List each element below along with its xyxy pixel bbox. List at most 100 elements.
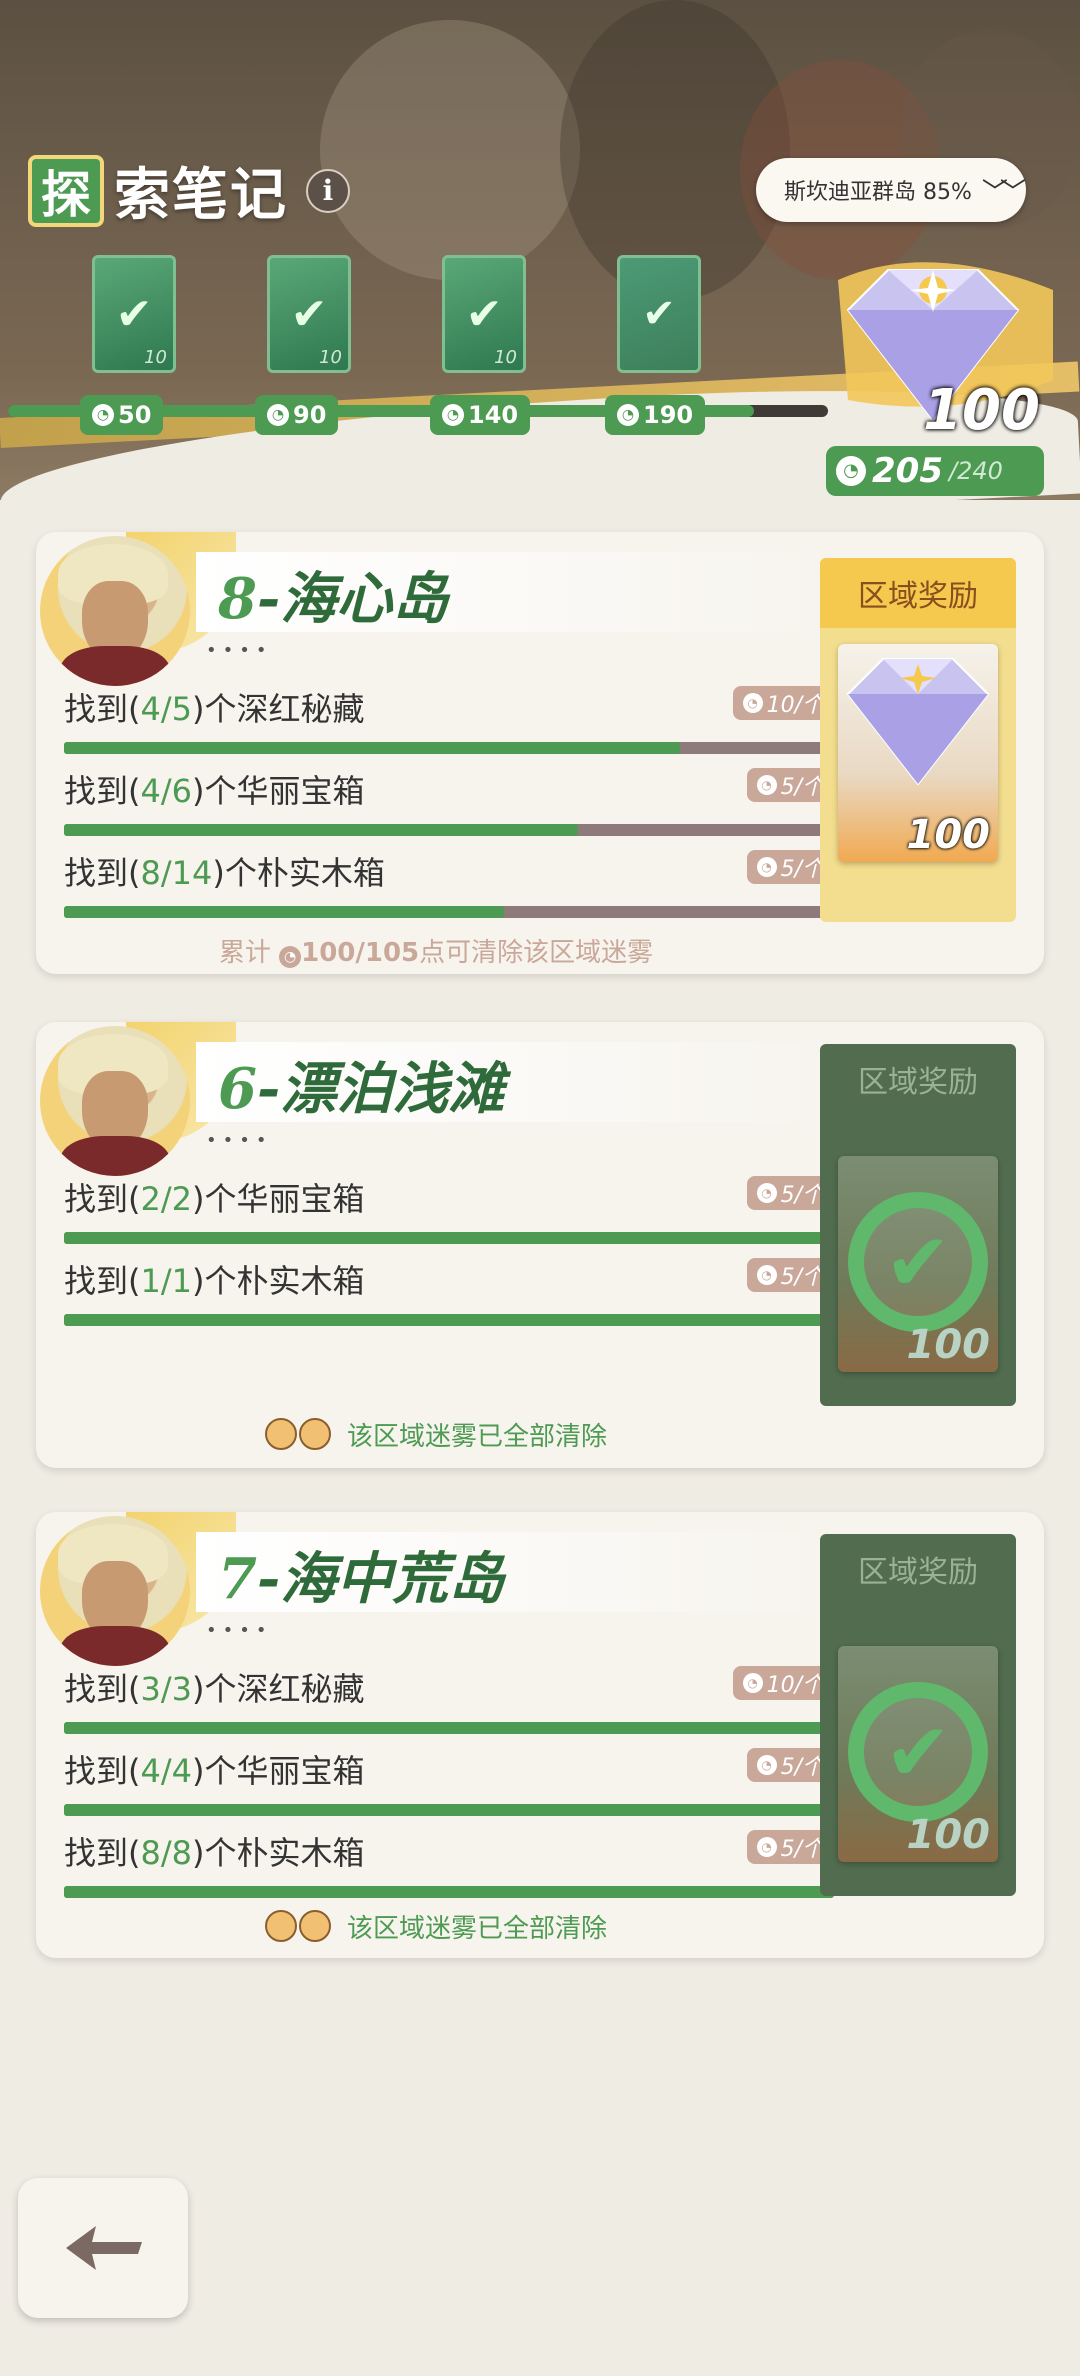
task-label: 找到(4/5)个深红秘藏 bbox=[64, 684, 834, 730]
region-reward-card[interactable]: 100 bbox=[838, 644, 998, 862]
coin-icon: ◔ bbox=[279, 946, 302, 968]
task-label: 找到(4/6)个华丽宝箱 bbox=[64, 766, 834, 812]
coin-icon: ◔ bbox=[756, 1755, 777, 1775]
region-dots: •••• bbox=[206, 1130, 273, 1151]
task-text: 找到( bbox=[64, 854, 141, 892]
region-number: 6 bbox=[218, 1056, 257, 1122]
banner-art bbox=[320, 20, 580, 280]
points-total: /240 bbox=[948, 457, 1003, 485]
task-row: 找到(4/4)个华丽宝箱 ◔ 5/个 bbox=[64, 1746, 834, 1816]
claimed-check-icon: ✔ bbox=[848, 1192, 988, 1332]
milestone-card[interactable]: ✔ bbox=[617, 255, 701, 373]
chevron-down-icon: ﹀﹀ bbox=[981, 177, 1026, 208]
region-card: 8-海心岛 •••• 找到(4/5)个深红秘藏 ◔ 10/个 找到(4/6)个华丽… bbox=[36, 532, 1044, 974]
region-reward-card: ✔ 100 bbox=[838, 1156, 998, 1372]
task-text: 找到( bbox=[64, 1670, 141, 1708]
milestone-item[interactable]: ✔ 10 ◔ 140 bbox=[420, 255, 550, 435]
final-reward-amount: 100 bbox=[923, 378, 1040, 443]
task-text: 找到( bbox=[64, 1834, 141, 1872]
region-reward-panel[interactable]: 区域奖励 100 bbox=[820, 558, 1016, 922]
task-text: )个华丽宝箱 bbox=[192, 772, 365, 810]
task-label: 找到(1/1)个朴实木箱 bbox=[64, 1256, 834, 1302]
task-row: 找到(4/6)个华丽宝箱 ◔ 5/个 bbox=[64, 766, 834, 836]
task-progress-fill bbox=[64, 906, 504, 918]
task-label: 找到(8/8)个朴实木箱 bbox=[64, 1828, 834, 1874]
task-count: 1/1 bbox=[140, 1262, 193, 1300]
task-progress-fill bbox=[64, 1722, 834, 1734]
task-row: 找到(1/1)个朴实木箱 ◔ 5/个 bbox=[64, 1256, 834, 1326]
task-progress-fill bbox=[64, 1232, 834, 1244]
task-reward-value: 5/个 bbox=[780, 1755, 824, 1780]
mascot-icon bbox=[264, 1906, 337, 1946]
milestone-item[interactable]: ✔ 10 ◔ 50 bbox=[70, 255, 200, 435]
fog-cleared-text: 该区域迷雾已全部清除 bbox=[346, 1913, 607, 1944]
task-count: 4/4 bbox=[140, 1752, 193, 1790]
milestone-item[interactable]: ✔ ◔ 190 bbox=[595, 255, 725, 435]
task-text: )个深红秘藏 bbox=[192, 1670, 365, 1708]
fog-clear-requirement: 累计 ◔ 100/105点可清除该区域迷雾 bbox=[36, 932, 836, 969]
region-title: 6-漂泊浅滩 bbox=[218, 1044, 504, 1125]
region-card: 7-海中荒岛 •••• 找到(3/3)个深红秘藏 ◔ 10/个 找到(4/4)个华… bbox=[36, 1512, 1044, 1958]
task-reward: ◔ 10/个 bbox=[732, 1666, 834, 1700]
gem-icon bbox=[846, 658, 990, 786]
task-text: 找到( bbox=[64, 1262, 141, 1300]
task-text: )个华丽宝箱 bbox=[192, 1180, 365, 1218]
region-name: -漂泊浅滩 bbox=[256, 1056, 505, 1122]
final-reward[interactable]: 100 bbox=[808, 250, 1058, 450]
fog-cleared-text: 该区域迷雾已全部清除 bbox=[346, 1421, 607, 1452]
region-number: 7 bbox=[218, 1546, 257, 1612]
coin-icon: ◔ bbox=[742, 693, 763, 713]
task-text: 找到( bbox=[64, 690, 141, 728]
info-icon[interactable]: i bbox=[306, 168, 350, 213]
coin-icon: ◔ bbox=[617, 404, 639, 426]
task-progress-bar bbox=[64, 1804, 834, 1816]
region-reward-amount: 100 bbox=[906, 1812, 991, 1858]
task-count: 2/2 bbox=[140, 1180, 193, 1218]
milestone-cost: ◔ 190 bbox=[605, 395, 706, 435]
milestone-cost-value: 50 bbox=[118, 401, 152, 429]
check-icon: ✔ bbox=[115, 288, 153, 340]
check-icon: ✔ bbox=[290, 288, 328, 340]
task-reward: ◔ 10/个 bbox=[732, 686, 834, 720]
coin-icon: ◔ bbox=[756, 857, 777, 877]
region-name: -海心岛 bbox=[256, 566, 449, 632]
task-progress-fill bbox=[64, 824, 578, 836]
milestone-count: 10 bbox=[144, 347, 167, 368]
coin-icon: ◔ bbox=[756, 1265, 777, 1285]
coin-icon: ◔ bbox=[756, 1837, 777, 1857]
region-reward-panel: 区域奖励 ✔ 100 bbox=[820, 1534, 1016, 1896]
avatar bbox=[40, 1516, 190, 1666]
milestone-card[interactable]: ✔ 10 bbox=[267, 255, 351, 373]
back-button[interactable] bbox=[18, 2178, 188, 2318]
task-progress-bar bbox=[64, 1314, 834, 1326]
task-text: 找到( bbox=[64, 1752, 141, 1790]
region-reward-amount: 100 bbox=[906, 812, 991, 858]
milestone-card[interactable]: ✔ 10 bbox=[442, 255, 526, 373]
region-selector[interactable]: 斯坎迪亚群岛 85% ﹀﹀ bbox=[756, 158, 1026, 222]
milestone-count: 10 bbox=[494, 347, 517, 368]
task-progress-fill bbox=[64, 1886, 834, 1898]
task-count: 8/14 bbox=[140, 854, 213, 892]
foot-text: 累计 bbox=[218, 938, 271, 968]
coin-icon: ◔ bbox=[756, 1183, 777, 1203]
exploration-points: ◔ 205 /240 bbox=[826, 446, 1044, 496]
region-number: 8 bbox=[218, 566, 257, 632]
milestone-cost: ◔ 140 bbox=[430, 395, 531, 435]
page-title: 探 索笔记 i bbox=[28, 150, 350, 231]
task-label: 找到(4/4)个华丽宝箱 bbox=[64, 1746, 834, 1792]
milestone-item[interactable]: ✔ 10 ◔ 90 bbox=[245, 255, 375, 435]
milestone-card[interactable]: ✔ 10 bbox=[92, 255, 176, 373]
task-reward-value: 5/个 bbox=[780, 1837, 824, 1862]
region-dots: •••• bbox=[206, 1620, 273, 1641]
region-name: -海中荒岛 bbox=[256, 1546, 505, 1612]
task-label: 找到(3/3)个深红秘藏 bbox=[64, 1664, 834, 1710]
task-progress-bar bbox=[64, 742, 834, 754]
task-count: 3/3 bbox=[140, 1670, 193, 1708]
task-progress-fill bbox=[64, 1314, 834, 1326]
task-reward-value: 10/个 bbox=[766, 1673, 824, 1698]
title-text: 索笔记 bbox=[114, 162, 288, 228]
coin-icon: ◔ bbox=[267, 404, 289, 426]
task-count: 8/8 bbox=[140, 1834, 193, 1872]
task-progress-bar bbox=[64, 1886, 834, 1898]
region-reward-panel: 区域奖励 ✔ 100 bbox=[820, 1044, 1016, 1406]
